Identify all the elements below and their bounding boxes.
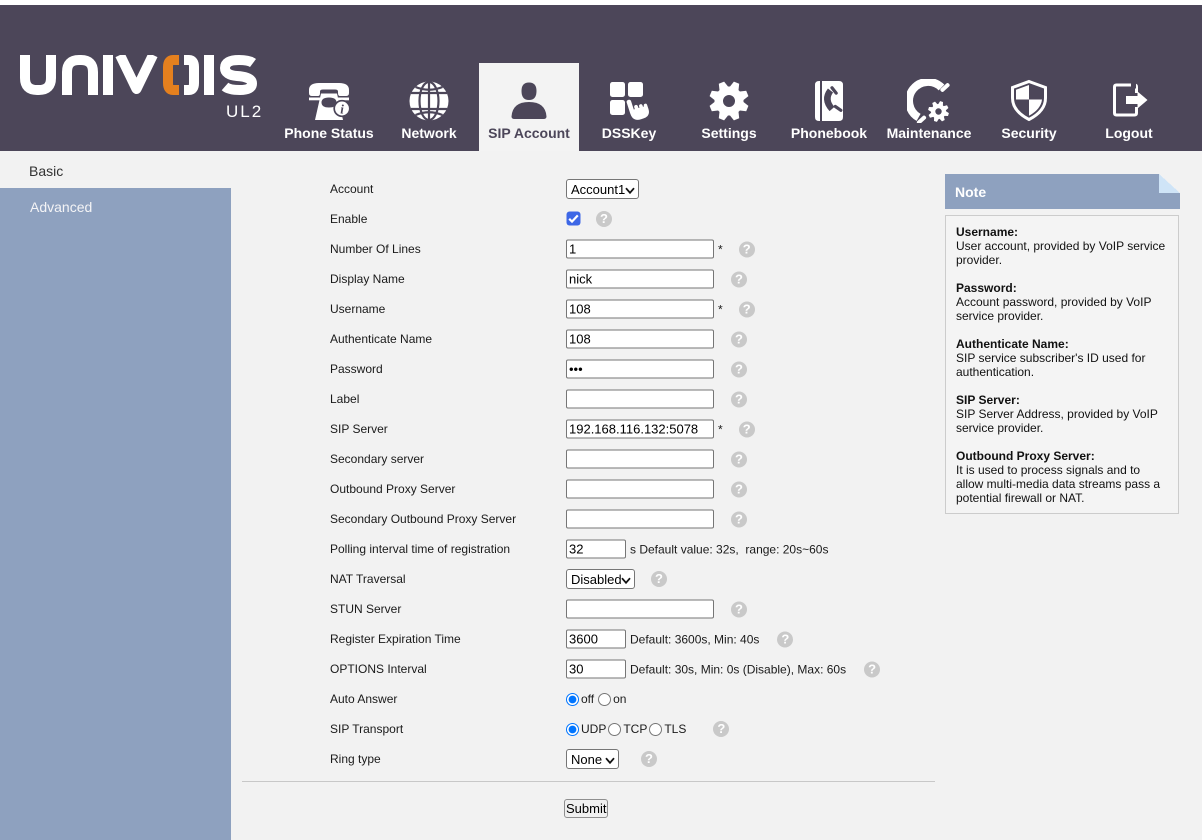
svg-text:i: i [340,102,344,117]
